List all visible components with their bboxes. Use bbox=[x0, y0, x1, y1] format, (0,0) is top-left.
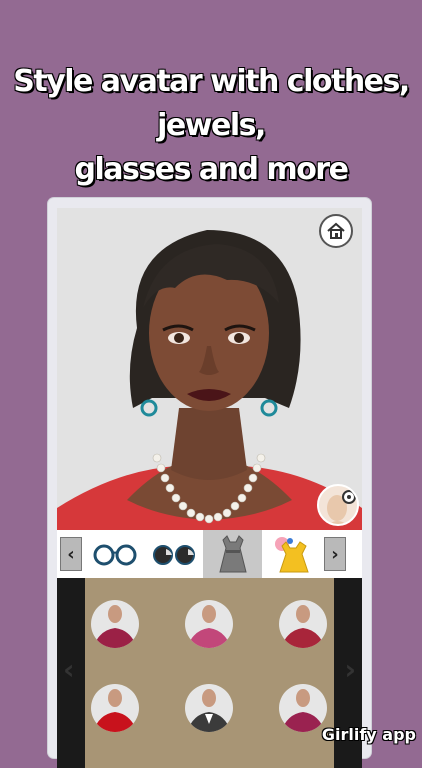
app-screen: ‹ › ‹ › bbox=[57, 208, 362, 768]
headline-line-2: glasses and more bbox=[74, 152, 349, 187]
headline-line-1: Style avatar with clothes, jewels, bbox=[13, 64, 410, 143]
clothes-grid: ‹ › bbox=[57, 578, 362, 768]
next-category-button[interactable]: › bbox=[324, 537, 346, 571]
category-sunglasses[interactable] bbox=[144, 530, 203, 578]
round-glasses-icon bbox=[93, 544, 136, 566]
headline: Style avatar with clothes, jewels, glass… bbox=[0, 60, 422, 192]
clothes-item[interactable] bbox=[185, 600, 233, 648]
clothes-item[interactable] bbox=[91, 600, 139, 648]
chevron-right-icon: › bbox=[331, 543, 339, 565]
prev-category-button[interactable]: ‹ bbox=[60, 537, 82, 571]
category-toolbar: ‹ › bbox=[57, 530, 362, 578]
clothes-grid-panel bbox=[85, 578, 334, 768]
avatar-viewport[interactable] bbox=[57, 208, 362, 530]
clothes-item[interactable] bbox=[91, 684, 139, 732]
home-icon bbox=[327, 222, 345, 239]
outfit-icon bbox=[274, 537, 309, 573]
category-dress[interactable] bbox=[203, 530, 262, 578]
device-frame: ‹ › ‹ › bbox=[48, 198, 371, 768]
grid-prev-chevron-icon[interactable]: ‹ bbox=[63, 653, 75, 686]
chevron-left-icon: ‹ bbox=[67, 543, 75, 565]
clothes-item[interactable] bbox=[279, 600, 327, 648]
grid-next-chevron-icon[interactable]: › bbox=[344, 653, 356, 686]
avatar-settings-button[interactable] bbox=[317, 484, 359, 526]
clothes-item[interactable] bbox=[279, 684, 327, 732]
clothes-item[interactable] bbox=[185, 684, 233, 732]
dress-icon bbox=[218, 535, 247, 573]
home-button[interactable] bbox=[319, 214, 353, 248]
category-outfit[interactable] bbox=[262, 530, 321, 578]
avatar-figure bbox=[57, 230, 362, 530]
app-watermark: Girlify app bbox=[321, 725, 416, 744]
sunglasses-icon bbox=[152, 545, 195, 565]
category-glasses[interactable] bbox=[85, 530, 144, 578]
